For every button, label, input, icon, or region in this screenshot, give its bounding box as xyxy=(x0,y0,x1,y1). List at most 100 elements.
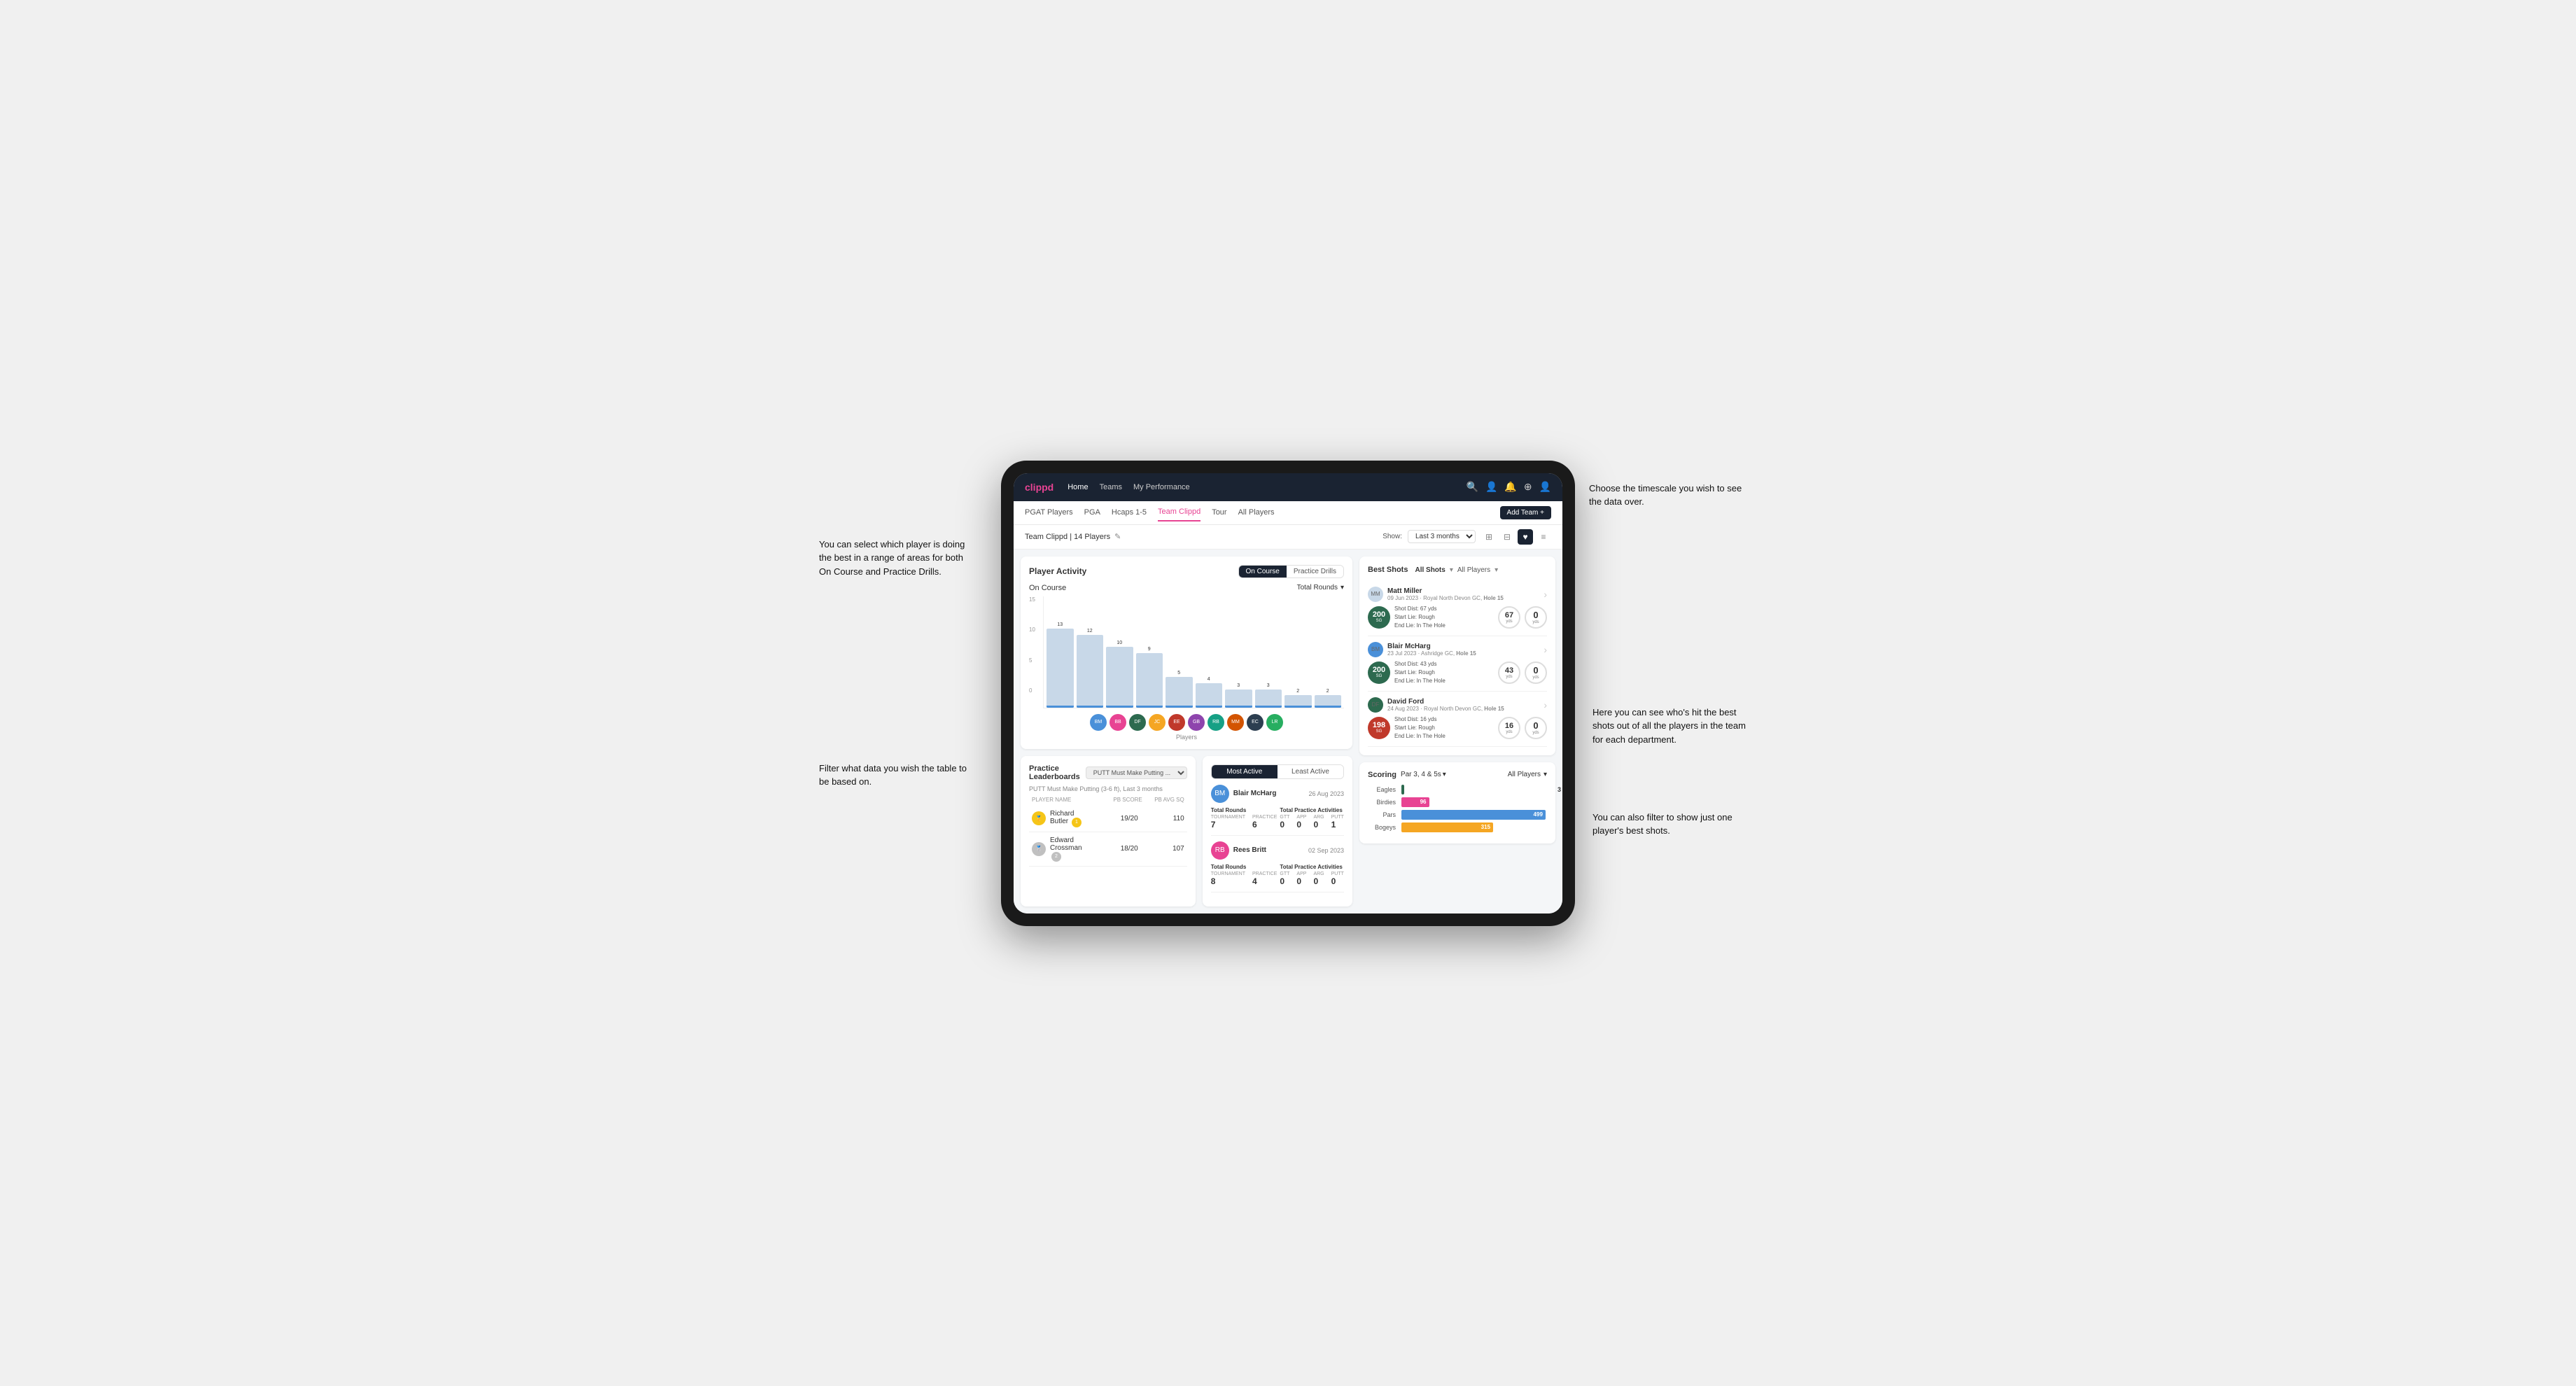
practice-drills-toggle[interactable]: Practice Drills xyxy=(1287,566,1343,578)
user-icon[interactable]: 👤 xyxy=(1485,481,1497,493)
sub-nav: PGAT Players PGA Hcaps 1-5 Team Clippd T… xyxy=(1014,501,1562,525)
heart-view-icon[interactable]: ♥ xyxy=(1518,529,1533,545)
subnav-pgat[interactable]: PGAT Players xyxy=(1025,504,1073,521)
bar xyxy=(1315,695,1342,707)
leaderboard-title: Practice Leaderboards xyxy=(1029,764,1080,781)
ma-date: 26 Aug 2023 xyxy=(1308,790,1344,797)
players-tab[interactable]: All Players xyxy=(1455,565,1493,575)
app-col: APP 0 xyxy=(1296,815,1306,830)
left-column: Player Activity On Course Practice Drill… xyxy=(1021,556,1352,906)
subnav-tour[interactable]: Tour xyxy=(1212,504,1226,521)
avatar-icon[interactable]: 👤 xyxy=(1539,481,1551,493)
bar xyxy=(1196,683,1223,708)
bar-group: 3 xyxy=(1225,683,1252,708)
activities-sub: GTT 0 APP 0 xyxy=(1280,872,1344,886)
practice-activities-section: Total Practice Activities GTT 0 APP xyxy=(1280,807,1344,830)
search-icon[interactable]: 🔍 xyxy=(1466,481,1478,493)
ma-stats: Total Rounds Tournament 7 Practice xyxy=(1211,807,1344,830)
rows-view-icon[interactable]: ≡ xyxy=(1536,529,1551,545)
chart-section-label: On Course xyxy=(1029,584,1066,592)
scoring-dropdown[interactable]: Par 3, 4 & 5s ▾ xyxy=(1401,771,1446,778)
rank-badge: 🥇 xyxy=(1032,811,1046,825)
practice-col: Practice 6 xyxy=(1252,815,1277,830)
bar-group: 4 xyxy=(1196,677,1223,708)
lb-player-name: Edward Crossman 2 xyxy=(1050,836,1092,862)
nav-icons: 🔍 👤 🔔 ⊕ 👤 xyxy=(1466,481,1551,493)
leaderboard-columns: PLAYER NAME PB SCORE PB AVG SQ xyxy=(1029,797,1187,803)
view-icons: ⊞ ⊟ ♥ ≡ xyxy=(1481,529,1551,545)
ma-player-header: RB Rees Britt 02 Sep 2023 xyxy=(1211,841,1344,860)
player-avatar: BB xyxy=(1110,714,1126,731)
scoring-chart: Eagles 3 Birdies xyxy=(1368,785,1547,832)
bell-icon[interactable]: 🔔 xyxy=(1504,481,1516,493)
tablet-frame: clippd Home Teams My Performance 🔍 👤 🔔 ⊕… xyxy=(1001,461,1575,926)
pars-bar-wrap: 499 xyxy=(1401,810,1547,820)
grid-view-icon[interactable]: ⊞ xyxy=(1481,529,1497,545)
expand-icon[interactable]: › xyxy=(1544,589,1547,600)
player-avatar: LR xyxy=(1266,714,1283,731)
rounds-section: Total Rounds Tournament 8 Practice xyxy=(1211,864,1278,886)
shot-player-info: Blair McHarg 23 Jul 2023 · Ashridge GC, … xyxy=(1387,643,1539,657)
ma-player-header: BM Blair McHarg 26 Aug 2023 xyxy=(1211,785,1344,803)
putt-col: PUTT 0 xyxy=(1331,872,1344,886)
pars-bar: 499 xyxy=(1401,810,1546,820)
edit-icon[interactable]: ✎ xyxy=(1114,532,1121,541)
eagles-label: Eagles xyxy=(1368,786,1396,793)
shot-player-name: David Ford xyxy=(1387,698,1539,706)
bar-group: 12 xyxy=(1077,629,1104,708)
nav-home[interactable]: Home xyxy=(1068,480,1088,494)
best-shots-card: Best Shots All Shots ▾ All Players ▾ xyxy=(1359,556,1555,755)
expand-icon[interactable]: › xyxy=(1544,699,1547,710)
practice-activities-section: Total Practice Activities GTT 0 APP xyxy=(1280,864,1344,886)
leaderboard-dropdown[interactable]: PUTT Must Make Putting ... xyxy=(1086,766,1187,779)
nav-my-performance[interactable]: My Performance xyxy=(1133,480,1190,494)
plus-circle-icon[interactable]: ⊕ xyxy=(1524,481,1532,493)
on-course-toggle[interactable]: On Course xyxy=(1239,566,1287,578)
shot-avatar: MM xyxy=(1368,587,1383,602)
subnav-team-clippd[interactable]: Team Clippd xyxy=(1158,503,1200,522)
shot-course: 24 Aug 2023 · Royal North Devon GC, Hole… xyxy=(1387,706,1539,712)
chevron-down-icon: ▾ xyxy=(1494,566,1498,574)
eagles-bar: 3 xyxy=(1401,785,1404,794)
all-shots-tab[interactable]: All Shots xyxy=(1412,565,1448,575)
player-avatar: EE xyxy=(1168,714,1185,731)
eagles-bar-wrap: 3 xyxy=(1401,785,1547,794)
scoring-card: Scoring Par 3, 4 & 5s ▾ All Players ▾ xyxy=(1359,762,1555,844)
rounds-sub: Tournament 7 Practice 6 xyxy=(1211,815,1278,830)
shot-data-row: 200 SG Shot Dist: 43 ydsStart Lie: Rough… xyxy=(1368,660,1547,685)
shot-row: DF David Ford 24 Aug 2023 · Royal North … xyxy=(1368,692,1547,747)
subnav-pga[interactable]: PGA xyxy=(1084,504,1100,521)
bogeys-bar: 315 xyxy=(1401,822,1493,832)
chart-dropdown[interactable]: Total Rounds ▾ xyxy=(1297,584,1344,592)
time-period-select[interactable]: Last 3 months Last 6 months Last year xyxy=(1408,530,1476,543)
bar xyxy=(1225,690,1252,708)
rounds-section: Total Rounds Tournament 7 Practice xyxy=(1211,807,1278,830)
annotation-player-select: You can select which player is doing the… xyxy=(819,538,973,579)
subnav-all-players[interactable]: All Players xyxy=(1238,504,1275,521)
list-view-icon[interactable]: ⊟ xyxy=(1499,529,1515,545)
practice-activities-label: Total Practice Activities xyxy=(1280,864,1344,870)
pars-label: Pars xyxy=(1368,811,1396,818)
least-active-btn[interactable]: Least Active xyxy=(1278,765,1343,778)
most-active-btn[interactable]: Most Active xyxy=(1212,765,1278,778)
leaderboard-row: 🥈 Edward Crossman 2 18/20 107 xyxy=(1029,832,1187,867)
arg-col: ARG 0 xyxy=(1313,815,1324,830)
nav-teams[interactable]: Teams xyxy=(1100,480,1122,494)
nav-logo: clippd xyxy=(1025,482,1054,493)
ma-date: 02 Sep 2023 xyxy=(1308,847,1344,854)
ma-player-name: Rees Britt xyxy=(1233,846,1266,854)
scoring-filter[interactable]: All Players ▾ xyxy=(1508,771,1547,778)
add-team-button[interactable]: Add Team + xyxy=(1500,506,1551,519)
best-shots-header: Best Shots All Shots ▾ All Players ▾ xyxy=(1368,565,1547,575)
shot-distance-box: 16 yds xyxy=(1498,717,1520,739)
col-pb-avg: PB AVG SQ xyxy=(1142,797,1184,803)
active-toggle: Most Active Least Active xyxy=(1211,764,1344,779)
main-content: Player Activity On Course Practice Drill… xyxy=(1014,550,1562,913)
leaderboard-subtitle: PUTT Must Make Putting (3-6 ft), Last 3 … xyxy=(1029,785,1187,792)
player-badge: 1 xyxy=(1072,818,1082,827)
subnav-hcaps[interactable]: Hcaps 1-5 xyxy=(1112,504,1147,521)
lb-avg: 107 xyxy=(1142,845,1184,853)
expand-icon[interactable]: › xyxy=(1544,644,1547,655)
birdies-bar: 96 xyxy=(1401,797,1429,807)
annotation-best-shots: Here you can see who's hit the best shot… xyxy=(1592,706,1754,747)
